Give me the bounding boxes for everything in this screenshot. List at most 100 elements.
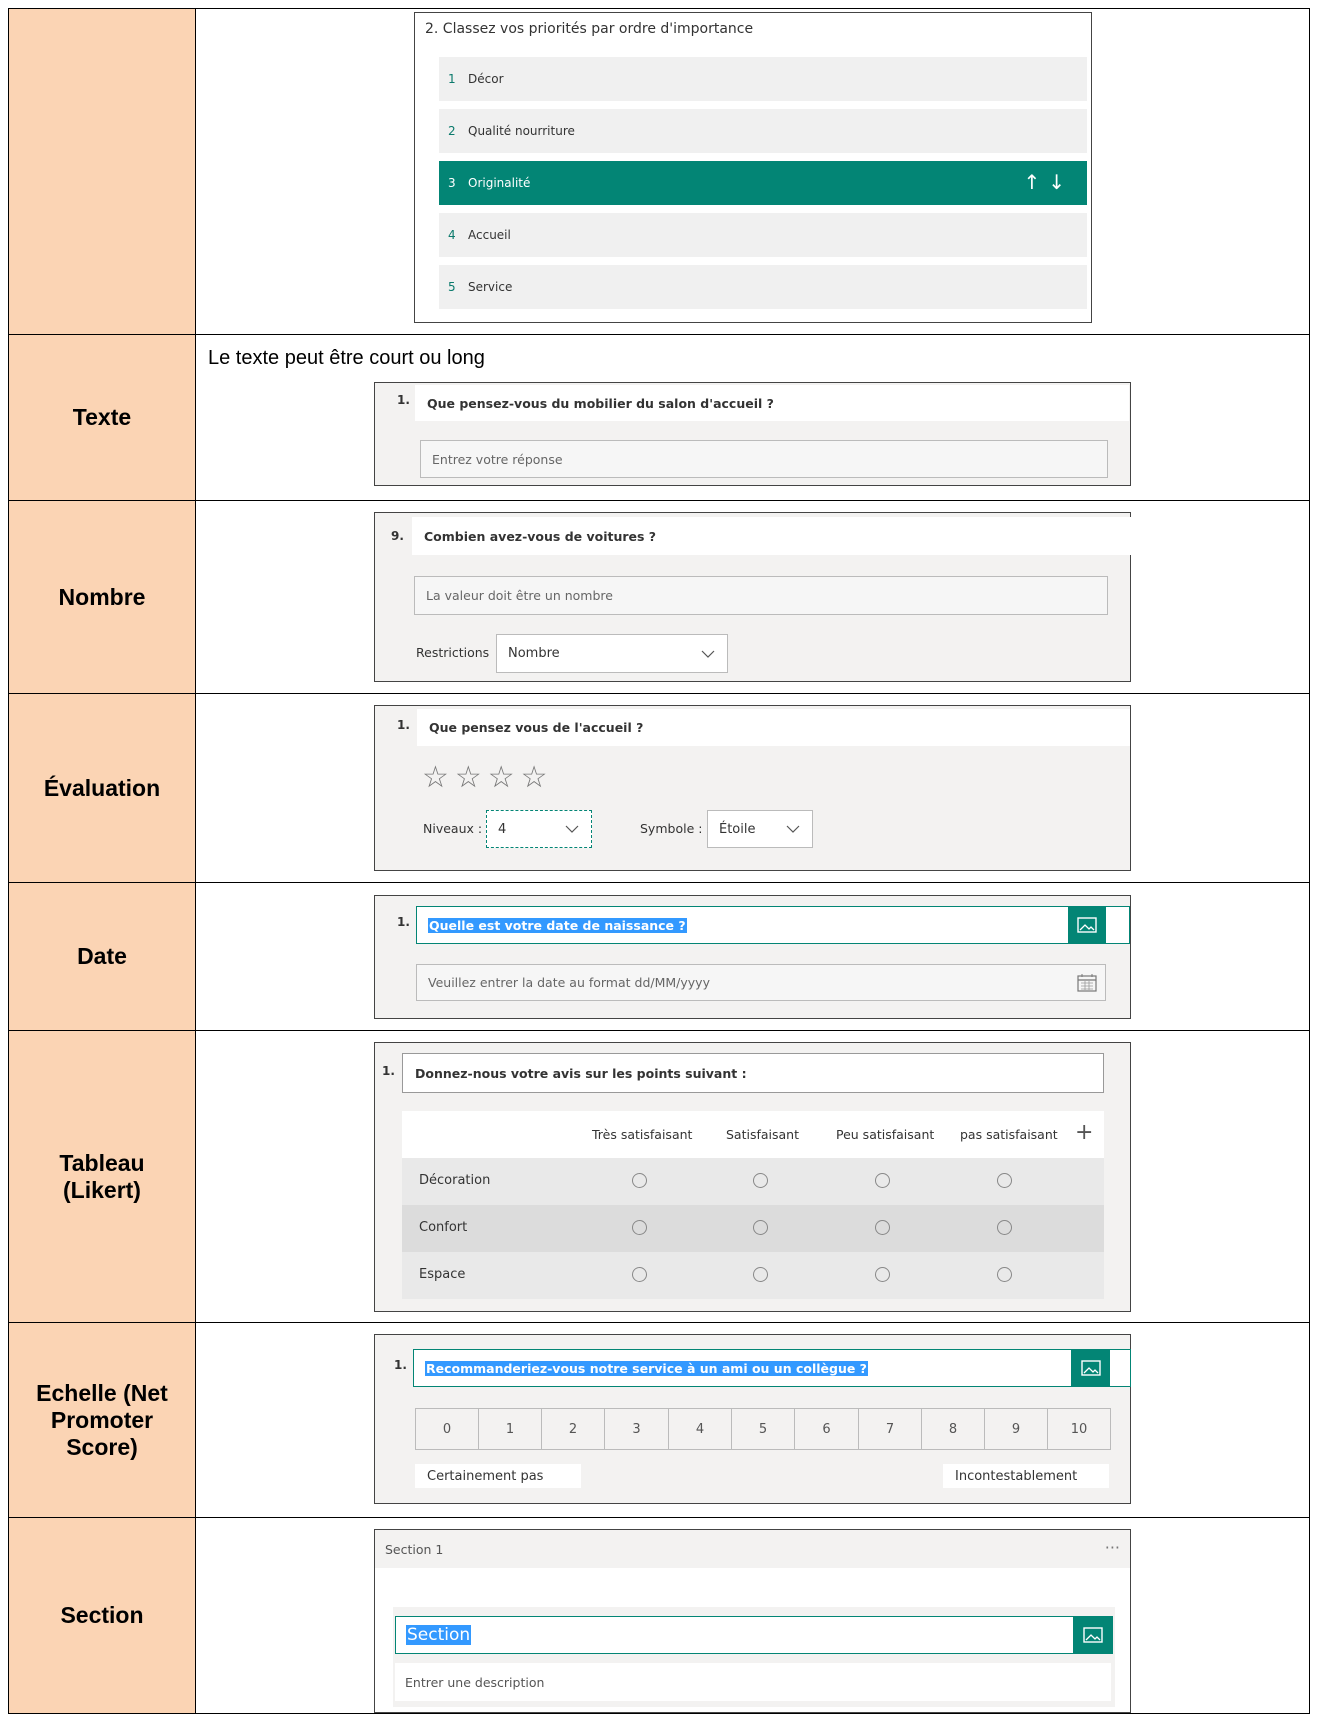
radio-button[interactable] xyxy=(997,1220,1012,1235)
ranking-item[interactable]: 5 Service xyxy=(439,265,1087,309)
radio-button[interactable] xyxy=(875,1173,890,1188)
nps-option[interactable]: 10 xyxy=(1048,1409,1110,1449)
more-options-icon[interactable]: ··· xyxy=(1105,1538,1120,1557)
nps-option[interactable]: 7 xyxy=(859,1409,922,1449)
likert-row-label: Décoration xyxy=(419,1173,491,1188)
nps-high-label[interactable]: Incontestablement xyxy=(943,1464,1109,1488)
nps-option[interactable]: 9 xyxy=(985,1409,1048,1449)
radio-button[interactable] xyxy=(875,1220,890,1235)
nps-option[interactable]: 2 xyxy=(542,1409,605,1449)
label-ranking xyxy=(8,8,196,335)
ranking-item[interactable]: 4 Accueil xyxy=(439,213,1087,257)
radio-button[interactable] xyxy=(753,1267,768,1282)
label-nombre: Nombre xyxy=(8,500,196,694)
image-icon xyxy=(1077,917,1097,933)
question-number: 1. xyxy=(382,1064,395,1078)
ranking-item-label: Service xyxy=(468,280,513,294)
radio-button[interactable] xyxy=(632,1267,647,1282)
levels-dropdown[interactable]: 4 xyxy=(486,810,592,848)
question-number: 1. xyxy=(397,915,410,929)
nps-option[interactable]: 8 xyxy=(922,1409,985,1449)
section-body: Section Entrer une description xyxy=(393,1607,1115,1707)
nps-question-card: 1. Recommanderiez-vous notre service à u… xyxy=(374,1334,1131,1504)
radio-button[interactable] xyxy=(753,1220,768,1235)
section-description-input[interactable]: Entrer une description xyxy=(395,1663,1111,1701)
star-rating-icon[interactable]: ☆☆☆☆ xyxy=(422,760,554,795)
symbol-value: Étoile xyxy=(719,821,756,837)
row-tableau: Tableau (Likert) 1. Donnez-nous votre av… xyxy=(8,1030,1310,1323)
question-title-text: Quelle est votre date de naissance ? xyxy=(428,917,687,933)
symbol-dropdown[interactable]: Étoile xyxy=(707,810,813,848)
row-date: Date 1. Quelle est votre date de naissan… xyxy=(8,882,1310,1031)
question-title-text: Recommanderiez-vous notre service à un a… xyxy=(425,1360,868,1376)
likert-column-header: Très satisfaisant xyxy=(592,1127,693,1142)
likert-column-header: pas satisfaisant xyxy=(960,1127,1058,1142)
ranking-item-label: Qualité nourriture xyxy=(468,124,575,138)
date-input[interactable]: Veuillez entrer la date au format dd/MM/… xyxy=(416,964,1106,1001)
likert-row: Espace xyxy=(402,1252,1104,1299)
ranking-item-label: Décor xyxy=(468,72,504,86)
ranking-item[interactable]: 1 Décor xyxy=(439,57,1087,101)
ranking-item[interactable]: 2 Qualité nourriture xyxy=(439,109,1087,153)
nps-option[interactable]: 4 xyxy=(669,1409,732,1449)
section-title-input[interactable]: Section xyxy=(395,1616,1113,1654)
question-title: Que pensez-vous du mobilier du salon d'a… xyxy=(415,385,1129,421)
ranking-question-card: 2. Classez vos priorités par ordre d'imp… xyxy=(414,12,1092,323)
radio-button[interactable] xyxy=(875,1267,890,1282)
radio-button[interactable] xyxy=(997,1173,1012,1188)
section-header-title: Section 1 xyxy=(385,1542,444,1557)
label-echelle-line1: Echelle (Net xyxy=(36,1379,168,1406)
question-title-input[interactable]: Quelle est votre date de naissance ? xyxy=(416,906,1130,944)
likert-question-card: 1. Donnez-nous votre avis sur les points… xyxy=(374,1042,1131,1312)
nps-option[interactable]: 3 xyxy=(605,1409,669,1449)
content-evaluation: 1. Que pensez vous de l'accueil ? ☆☆☆☆ N… xyxy=(195,693,1310,883)
ranking-item-number: 5 xyxy=(448,280,456,294)
image-icon xyxy=(1080,1360,1101,1376)
restrictions-dropdown[interactable]: Nombre xyxy=(496,634,728,673)
insert-image-button[interactable] xyxy=(1073,1616,1112,1654)
insert-image-button[interactable] xyxy=(1071,1349,1110,1387)
question-title-input[interactable]: Recommanderiez-vous notre service à un a… xyxy=(413,1349,1131,1387)
radio-button[interactable] xyxy=(997,1267,1012,1282)
calendar-icon[interactable] xyxy=(1077,973,1097,992)
answer-input[interactable]: Entrez votre réponse xyxy=(420,440,1108,478)
question-number: 1. xyxy=(397,718,410,732)
radio-button[interactable] xyxy=(632,1220,647,1235)
date-placeholder: Veuillez entrer la date au format dd/MM/… xyxy=(428,975,710,990)
restrictions-value: Nombre xyxy=(508,646,560,661)
levels-label: Niveaux : xyxy=(423,821,483,836)
content-section: Section 1 ··· Section Entrer une descrip… xyxy=(195,1517,1310,1714)
radio-button[interactable] xyxy=(753,1173,768,1188)
ranking-item-selected[interactable]: 3 Originalité ↑↓ xyxy=(439,161,1087,205)
row-ranking: 2. Classez vos priorités par ordre d'imp… xyxy=(8,8,1310,335)
content-date: 1. Quelle est votre date de naissance ? … xyxy=(195,882,1310,1031)
add-column-icon[interactable]: + xyxy=(1075,1120,1093,1145)
move-up-down-icon[interactable]: ↑↓ xyxy=(1023,170,1073,194)
label-date: Date xyxy=(8,882,196,1031)
insert-image-button[interactable] xyxy=(1068,906,1106,944)
question-number: 1. xyxy=(394,1358,407,1372)
image-icon xyxy=(1082,1627,1103,1643)
restrictions-label: Restrictions xyxy=(416,645,490,660)
label-tableau-line2: (Likert) xyxy=(63,1176,141,1203)
rating-question-card: 1. Que pensez vous de l'accueil ? ☆☆☆☆ N… xyxy=(374,705,1131,871)
nps-option[interactable]: 6 xyxy=(795,1409,859,1449)
nps-option[interactable]: 0 xyxy=(416,1409,479,1449)
nps-option[interactable]: 5 xyxy=(732,1409,795,1449)
chevron-down-icon xyxy=(701,650,715,658)
likert-row-label: Confort xyxy=(419,1220,468,1235)
row-echelle: Echelle (Net Promoter Score) 1. Recomman… xyxy=(8,1322,1310,1518)
label-section: Section xyxy=(8,1517,196,1714)
question-title: Combien avez-vous de voitures ? xyxy=(412,517,1131,555)
number-input[interactable]: La valeur doit être un nombre xyxy=(414,576,1108,615)
question-number: 9. xyxy=(391,529,404,543)
row-texte: Texte Le texte peut être court ou long 1… xyxy=(8,334,1310,501)
radio-button[interactable] xyxy=(632,1173,647,1188)
nps-low-label[interactable]: Certainement pas xyxy=(415,1464,581,1488)
ranking-item-number: 4 xyxy=(448,228,456,242)
nps-option[interactable]: 1 xyxy=(479,1409,542,1449)
label-tableau-line1: Tableau xyxy=(59,1149,145,1176)
ranking-item-label: Accueil xyxy=(468,228,511,242)
section-card: Section 1 ··· Section Entrer une descrip… xyxy=(374,1529,1131,1713)
label-texte: Texte xyxy=(8,334,196,501)
